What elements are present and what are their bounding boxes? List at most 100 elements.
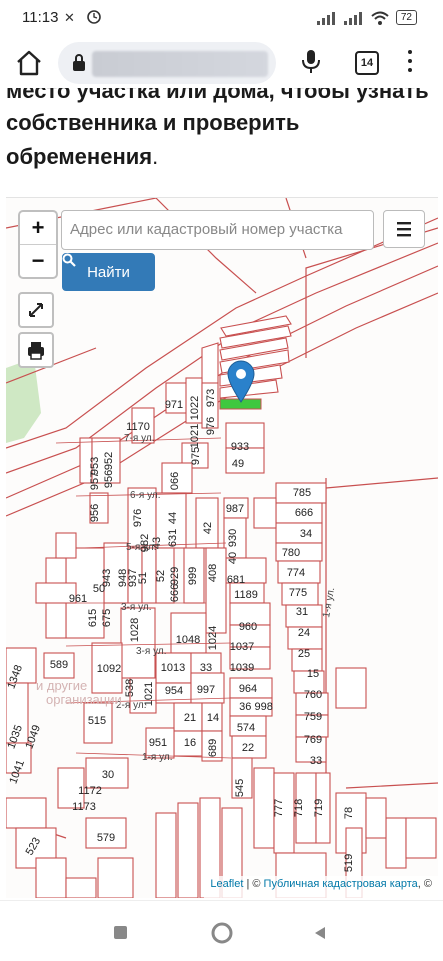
svg-text:1039: 1039 [230,662,254,674]
status-time: 11:13 [22,9,59,26]
svg-text:975: 975 [190,447,202,465]
svg-text:769: 769 [304,734,322,746]
svg-text:774: 774 [287,567,305,579]
svg-text:1028: 1028 [129,618,141,642]
svg-text:42: 42 [202,522,214,534]
pkk-link[interactable]: Публичная кадастровая карта [264,878,418,890]
home-nav-icon[interactable] [210,921,234,945]
fullscreen-button[interactable] [18,292,54,328]
more-menu-icon[interactable] [407,50,413,77]
svg-text:954: 954 [165,685,183,697]
svg-text:1189: 1189 [234,589,258,601]
svg-text:780: 780 [282,547,300,559]
find-button-label: Найти [87,263,130,281]
svg-text:7-я ул.: 7-я ул. [124,433,154,444]
svg-text:408: 408 [207,564,219,582]
svg-text:✕: ✕ [64,11,75,25]
svg-text:33: 33 [310,755,322,767]
svg-text:777: 777 [273,799,285,817]
svg-text:775: 775 [289,587,307,599]
svg-text:33: 33 [200,662,212,674]
svg-text:973: 973 [205,389,217,407]
svg-text:1037: 1037 [230,641,254,653]
svg-text:3-я ул.: 3-я ул. [121,602,151,613]
notification-icons: ✕ [64,9,104,28]
svg-text:1022: 1022 [189,396,201,420]
svg-text:971: 971 [165,399,183,411]
back-icon[interactable] [312,925,328,941]
svg-text:631: 631 [167,529,179,547]
svg-text:1173: 1173 [72,801,96,813]
svg-text:515: 515 [88,715,106,727]
svg-text:30: 30 [102,769,114,781]
battery-indicator: 72 [395,10,417,25]
cadastral-search-input[interactable] [62,211,374,247]
svg-text:666: 666 [295,507,313,519]
cadastral-map[interactable]: 785 666 34 780 774 775 31 24 25 15 760 7… [6,197,438,898]
svg-text:999: 999 [187,567,199,585]
svg-text:976: 976 [132,509,144,527]
svg-text:666: 666 [169,584,181,602]
svg-text:1172: 1172 [78,785,102,797]
svg-text:1048: 1048 [176,634,200,646]
layers-menu-button[interactable] [383,210,425,248]
svg-text:25: 25 [298,648,310,660]
svg-text:3-я ул.: 3-я ул. [136,646,166,657]
svg-text:930: 930 [227,529,239,547]
url-text-blurred [92,51,268,77]
article-line-2: обременения. [6,144,159,169]
svg-text:1024: 1024 [207,626,219,650]
svg-text:957: 957 [89,472,101,490]
microphone-icon[interactable] [301,49,321,75]
svg-text:952: 952 [103,452,115,470]
print-button[interactable] [18,332,54,368]
svg-text:929: 929 [169,567,181,585]
svg-text:675: 675 [101,609,113,627]
search-icon [62,253,76,267]
svg-text:78: 78 [343,807,355,819]
svg-text:24: 24 [298,627,310,639]
svg-text:579: 579 [97,832,115,844]
home-icon[interactable] [14,48,44,78]
leaflet-link[interactable]: Leaflet [210,878,243,890]
svg-text:519: 519 [343,854,355,872]
map-marker-icon[interactable] [226,359,256,403]
svg-text:785: 785 [293,487,311,499]
zoom-out-button[interactable]: − [20,245,56,277]
address-bar[interactable] [58,42,276,84]
svg-text:6-я ул.: 6-я ул. [130,490,160,501]
svg-text:951: 951 [149,737,167,749]
svg-text:987: 987 [226,503,244,515]
svg-text:948: 948 [117,569,129,587]
zoom-in-button[interactable]: + [20,212,56,244]
tab-switcher-button[interactable]: 14 [355,51,379,75]
status-bar: 11:13 ✕ 72 [0,0,443,38]
svg-text:15: 15 [307,668,319,680]
system-nav-bar [0,900,443,961]
map-attribution: Leaflet | © Публичная кадастровая карта,… [204,876,438,898]
svg-text:976: 976 [205,417,217,435]
svg-text:933: 933 [231,441,249,453]
svg-text:1-я ул.: 1-я ул. [142,752,172,763]
svg-text:718: 718 [293,799,305,817]
zoom-control: + − [18,210,58,279]
svg-text:759: 759 [304,711,322,723]
find-button[interactable]: Найти [62,253,155,291]
svg-text:689: 689 [207,739,219,757]
svg-text:1170: 1170 [126,421,150,433]
svg-text:066: 066 [169,472,181,490]
svg-text:956: 956 [89,504,101,522]
svg-text:1021: 1021 [189,424,201,448]
svg-text:943: 943 [101,569,113,587]
recents-icon[interactable] [113,925,129,941]
svg-text:1013: 1013 [161,662,185,674]
article-line-cut: место участка или дома, чтобы узнать [6,88,429,103]
svg-text:997: 997 [197,684,215,696]
map-layer: 785 666 34 780 774 775 31 24 25 15 760 7… [6,198,438,898]
svg-text:956: 956 [103,470,115,488]
svg-text:545: 545 [234,779,246,797]
wifi-icon [371,11,389,25]
svg-text:760: 760 [304,689,322,701]
article-text: место участка или дома, чтобы узнать соб… [0,88,443,196]
svg-text:1092: 1092 [97,663,121,675]
